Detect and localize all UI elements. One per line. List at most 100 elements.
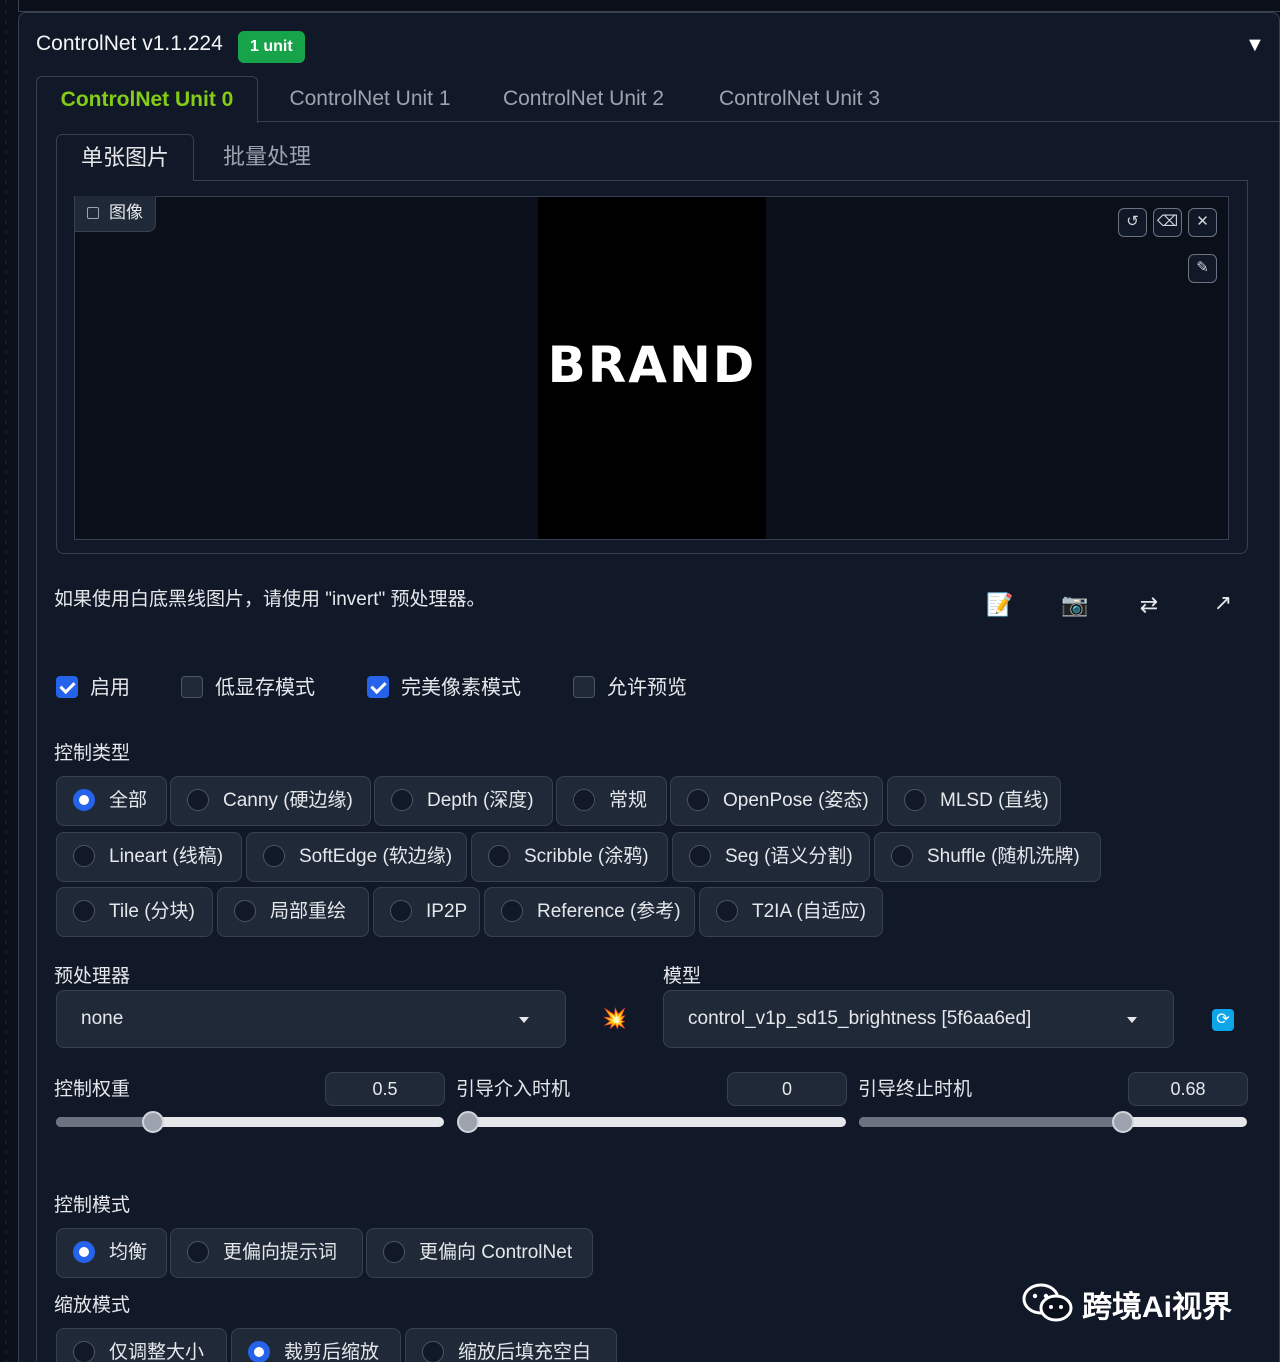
radio-label: Shuffle (随机洗牌) <box>927 846 1080 867</box>
undo-icon[interactable]: ↺ <box>1118 208 1147 237</box>
radio-label: Seg (语义分割) <box>725 846 853 867</box>
radio-resize-and-fill[interactable]: 缩放后填充空白 <box>405 1328 617 1362</box>
radio-label: 全部 <box>109 790 148 811</box>
low-vram-checkbox[interactable]: 低显存模式 <box>181 674 315 702</box>
radio-resize-crop-and-resize[interactable]: 裁剪后缩放 <box>231 1328 401 1362</box>
slider-fill <box>859 1117 1123 1127</box>
radio-label: 局部重绘 <box>270 901 347 922</box>
image-brand-text: BRAND <box>547 336 757 394</box>
checkbox-label: 允许预览 <box>607 677 687 699</box>
radio-control-type-t2ia[interactable]: T2IA (自适应) <box>699 887 883 937</box>
slider-thumb[interactable] <box>142 1111 164 1133</box>
radio-icon <box>573 789 595 811</box>
model-label: 模型 <box>663 966 702 987</box>
slider-thumb[interactable] <box>457 1111 479 1133</box>
controlnet-title[interactable]: ControlNet v1.1.224 <box>36 32 223 56</box>
guidance-start-slider[interactable] <box>457 1111 846 1133</box>
radio-control-type-openpose[interactable]: OpenPose (姿态) <box>670 776 883 826</box>
eraser-icon[interactable]: ⌫ <box>1153 208 1182 237</box>
radio-icon <box>263 845 285 867</box>
tab-controlnet-unit-2[interactable]: ControlNet Unit 2 <box>486 76 681 122</box>
preprocessor-dropdown[interactable]: none <box>56 990 566 1048</box>
run-preprocessor-explosion-icon[interactable]: 💥 <box>602 1006 627 1031</box>
send-dimensions-icon[interactable]: ↗ <box>1208 590 1238 616</box>
model-value: control_v1p_sd15_brightness [5f6aa6ed] <box>688 1008 1032 1029</box>
radio-control-mode-balanced[interactable]: 均衡 <box>56 1228 167 1278</box>
collapse-triangle-icon[interactable]: ▼ <box>1245 34 1265 57</box>
radio-control-type-tile[interactable]: Tile (分块) <box>56 887 213 937</box>
model-dropdown[interactable]: control_v1p_sd15_brightness [5f6aa6ed] <box>663 990 1174 1048</box>
radio-control-mode-prompt[interactable]: 更偏向提示词 <box>170 1228 363 1278</box>
camera-icon[interactable]: 📷 <box>1060 592 1090 618</box>
radio-label: 裁剪后缩放 <box>284 1342 380 1362</box>
control-mode-label: 控制模式 <box>54 1195 131 1216</box>
checkbox-label: 启用 <box>90 677 130 699</box>
checkbox-label: 低显存模式 <box>215 677 315 699</box>
radio-control-type-softedge[interactable]: SoftEdge (软边缘) <box>246 832 467 882</box>
radio-label: 更偏向 ControlNet <box>419 1242 573 1263</box>
guidance-end-slider[interactable] <box>859 1111 1247 1133</box>
radio-icon <box>422 1341 444 1362</box>
left-gutter <box>5 0 7 1362</box>
slider-thumb[interactable] <box>1111 1111 1134 1133</box>
tab-controlnet-unit-0[interactable]: ControlNet Unit 0 <box>36 76 258 123</box>
radio-label: MLSD (直线) <box>940 790 1049 811</box>
radio-control-type-ip2p[interactable]: IP2P <box>373 887 480 937</box>
radio-label: 仅调整大小 <box>109 1342 205 1362</box>
tab-single-image[interactable]: 单张图片 <box>56 134 194 181</box>
control-weight-value[interactable]: 0.5 <box>325 1072 445 1106</box>
pixel-perfect-checkbox[interactable]: 完美像素模式 <box>367 674 521 702</box>
radio-resize-just-resize[interactable]: 仅调整大小 <box>56 1328 227 1362</box>
radio-icon <box>716 900 738 922</box>
guidance-start-value[interactable]: 0 <box>727 1072 847 1106</box>
radio-control-type-canny[interactable]: Canny (硬边缘) <box>170 776 371 826</box>
control-weight-slider[interactable] <box>56 1111 444 1133</box>
radio-label: Tile (分块) <box>109 901 195 922</box>
brush-icon[interactable]: ✎ <box>1188 254 1217 283</box>
tab-controlnet-unit-1[interactable]: ControlNet Unit 1 <box>270 76 470 122</box>
preprocessor-label: 预处理器 <box>54 966 131 987</box>
radio-icon <box>234 900 256 922</box>
radio-control-type-shuffle[interactable]: Shuffle (随机洗牌) <box>874 832 1101 882</box>
guidance-end-value[interactable]: 0.68 <box>1128 1072 1248 1106</box>
radio-control-type-seg[interactable]: Seg (语义分割) <box>672 832 870 882</box>
resize-mode-label: 缩放模式 <box>54 1295 131 1316</box>
tab-controlnet-unit-3[interactable]: ControlNet Unit 3 <box>702 76 897 122</box>
image-label: 图像 <box>75 196 156 232</box>
image-icon <box>87 207 99 219</box>
radio-control-type-depth[interactable]: Depth (深度) <box>374 776 553 826</box>
radio-label: Depth (深度) <box>427 790 534 811</box>
radio-control-type-mlsd[interactable]: MLSD (直线) <box>887 776 1061 826</box>
radio-label: Scribble (涂鸦) <box>524 846 649 867</box>
radio-control-type-reference[interactable]: Reference (参考) <box>484 887 695 937</box>
checkbox-label: 完美像素模式 <box>401 677 521 699</box>
radio-control-type-normal[interactable]: 常规 <box>556 776 667 826</box>
enable-checkbox[interactable]: 启用 <box>56 674 130 702</box>
swap-icon[interactable]: ⇄ <box>1134 592 1164 618</box>
radio-icon <box>73 1241 95 1263</box>
radio-control-type-scribble[interactable]: Scribble (涂鸦) <box>471 832 668 882</box>
radio-icon <box>488 845 510 867</box>
radio-icon <box>391 789 413 811</box>
refresh-models-icon[interactable]: ⟳ <box>1212 1009 1234 1031</box>
radio-icon <box>73 845 95 867</box>
radio-label: Lineart (线稿) <box>109 846 224 867</box>
image-label-text: 图像 <box>109 203 143 222</box>
radio-control-type-lineart[interactable]: Lineart (线稿) <box>56 832 242 882</box>
radio-control-type-all[interactable]: 全部 <box>56 776 167 826</box>
control-type-label: 控制类型 <box>54 743 131 764</box>
allow-preview-checkbox[interactable]: 允许预览 <box>573 674 687 702</box>
radio-label: 缩放后填充空白 <box>458 1342 592 1362</box>
radio-control-type-inpaint[interactable]: 局部重绘 <box>217 887 369 937</box>
slider-fill <box>56 1117 153 1127</box>
tab-batch[interactable]: 批量处理 <box>200 134 334 180</box>
close-icon[interactable]: ✕ <box>1188 208 1217 237</box>
guidance-end-label: 引导终止时机 <box>858 1079 973 1100</box>
radio-label: 常规 <box>609 790 648 811</box>
edit-note-icon[interactable]: 📝 <box>985 592 1015 618</box>
invert-hint: 如果使用白底黑线图片，请使用 "invert" 预处理器。 <box>54 589 486 610</box>
radio-control-mode-controlnet[interactable]: 更偏向 ControlNet <box>366 1228 593 1278</box>
radio-icon <box>187 789 209 811</box>
radio-label: T2IA (自适应) <box>752 901 867 922</box>
radio-label: 更偏向提示词 <box>223 1242 338 1263</box>
